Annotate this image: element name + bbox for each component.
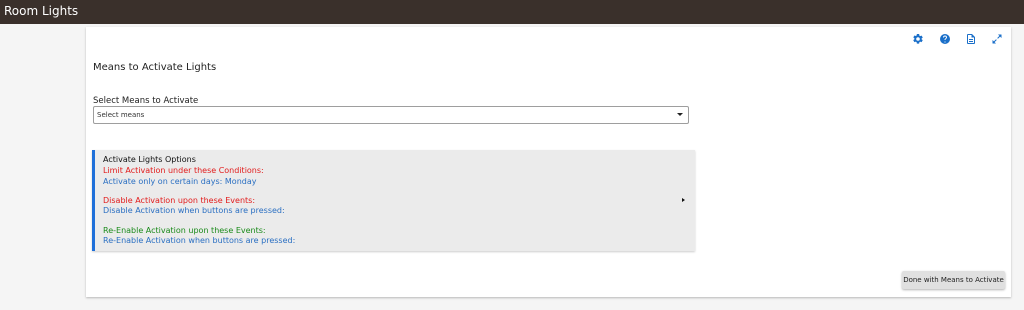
expand-icon[interactable] xyxy=(991,33,1003,45)
limit-activation-heading: Limit Activation under these Conditions: xyxy=(103,166,264,175)
help-icon[interactable] xyxy=(939,33,951,45)
disable-activation-detail: Disable Activation when buttons are pres… xyxy=(103,206,285,215)
activate-lights-options-panel[interactable]: Activate Lights Options Limit Activation… xyxy=(92,150,695,251)
main-card: Means to Activate Lights Select Means to… xyxy=(86,27,1011,297)
document-icon[interactable] xyxy=(965,33,977,45)
app-title: Room Lights xyxy=(4,4,79,18)
reenable-activation-detail: Re-Enable Activation when buttons are pr… xyxy=(103,236,296,245)
options-title: Activate Lights Options xyxy=(103,155,196,164)
limit-activation-detail: Activate only on certain days: Monday xyxy=(103,177,257,186)
caret-right-icon[interactable] xyxy=(682,198,685,202)
disable-activation-heading: Disable Activation upon these Events: xyxy=(103,196,256,205)
chevron-down-icon xyxy=(677,113,683,116)
reenable-activation-heading: Re-Enable Activation upon these Events: xyxy=(103,226,266,235)
app-header: Room Lights xyxy=(0,0,1024,24)
select-means-dropdown[interactable]: Select means xyxy=(93,106,689,124)
gear-icon[interactable] xyxy=(912,33,924,45)
section-title: Means to Activate Lights xyxy=(93,62,217,73)
done-button[interactable]: Done with Means to Activate xyxy=(902,271,1005,289)
select-means-label: Select Means to Activate xyxy=(93,96,199,106)
select-means-value: Select means xyxy=(97,111,145,119)
